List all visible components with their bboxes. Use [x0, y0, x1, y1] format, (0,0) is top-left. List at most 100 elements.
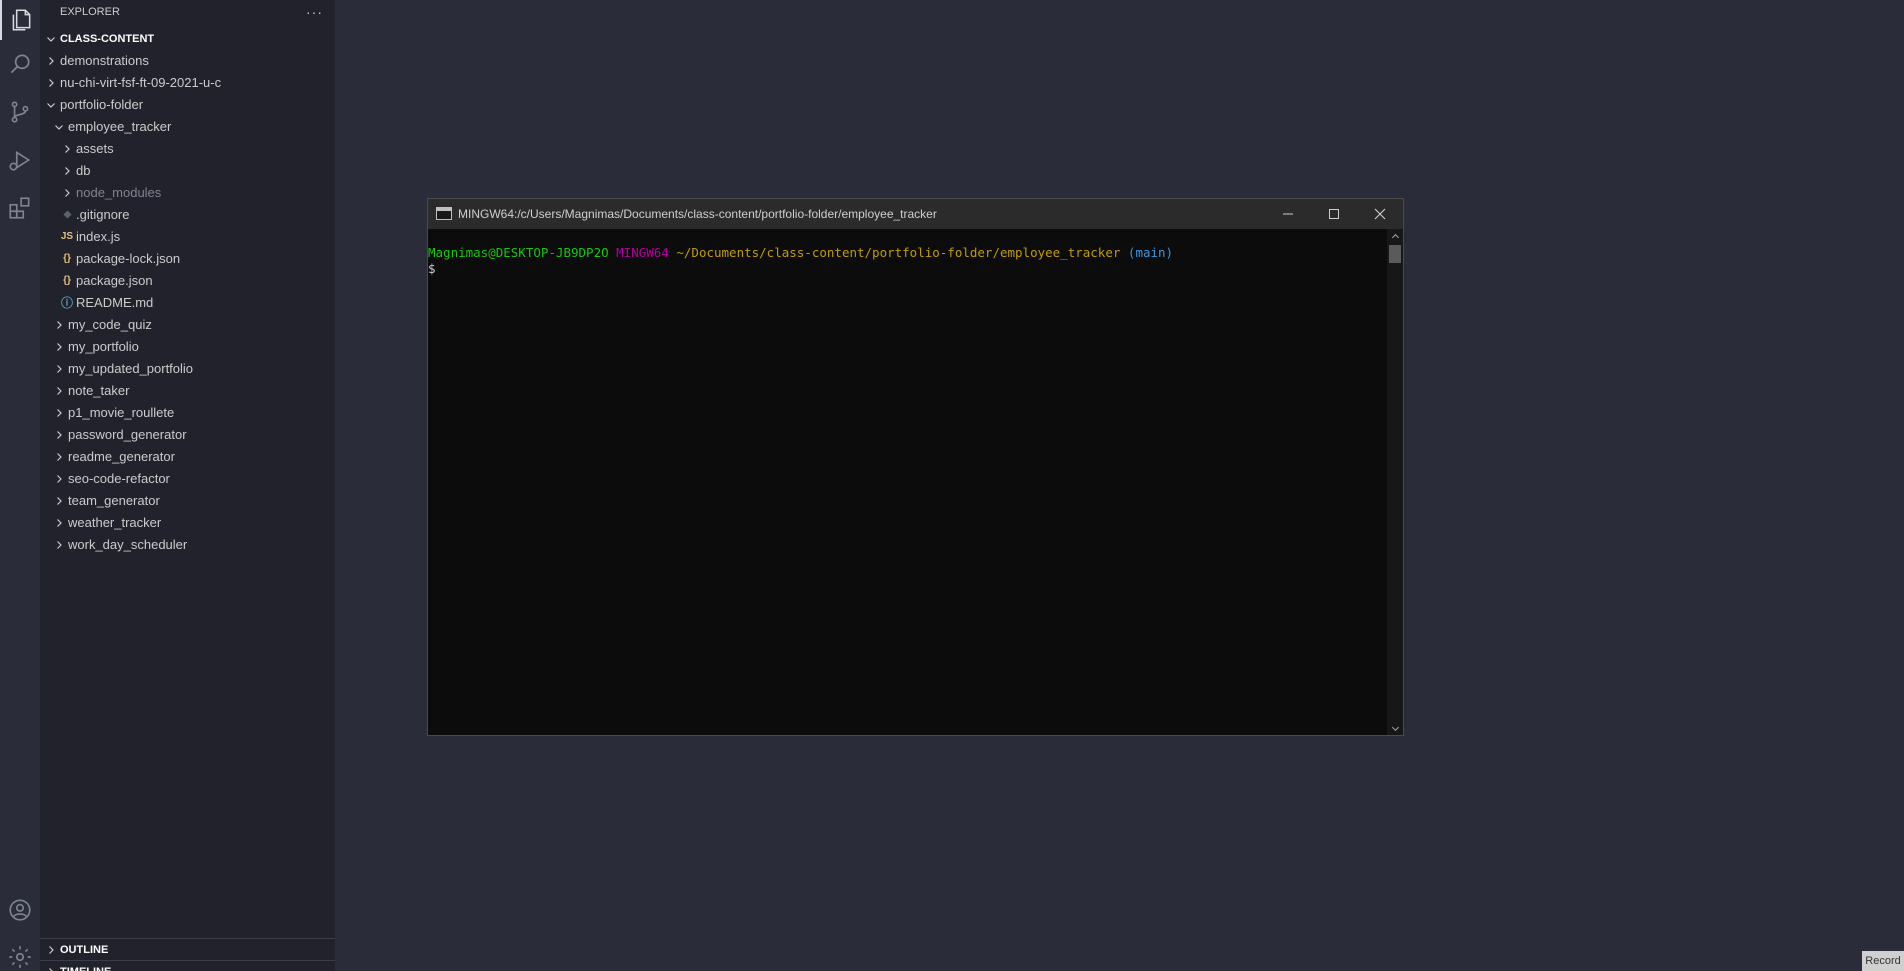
- tree-file[interactable]: JS index.js: [40, 226, 335, 248]
- workspace-name: CLASS-CONTENT: [60, 33, 155, 45]
- tree-folder[interactable]: assets: [40, 138, 335, 160]
- chevron-right-icon: [52, 534, 66, 556]
- terminal-scrollbar[interactable]: [1387, 229, 1403, 735]
- chevron-right-icon: [52, 336, 66, 358]
- chevron-right-icon: [52, 490, 66, 512]
- tree-item-label: my_updated_portfolio: [68, 361, 194, 376]
- explorer-icon[interactable]: [0, 0, 40, 40]
- chevron-right-icon: [44, 50, 58, 72]
- tree-file[interactable]: {} package-lock.json: [40, 248, 335, 270]
- terminal-output[interactable]: Magnimas@DESKTOP-JB9DP2O MINGW64 ~/Docum…: [428, 229, 1387, 735]
- tree-folder[interactable]: readme_generator: [40, 446, 335, 468]
- tree-folder[interactable]: weather_tracker: [40, 512, 335, 534]
- scroll-down-icon[interactable]: [1387, 721, 1403, 735]
- tree-file[interactable]: {} package.json: [40, 270, 335, 292]
- tree-folder[interactable]: node_modules: [40, 182, 335, 204]
- tree-folder[interactable]: portfolio-folder: [40, 94, 335, 116]
- source-control-icon[interactable]: [0, 92, 40, 132]
- close-icon[interactable]: [1357, 199, 1403, 229]
- tree-folder[interactable]: note_taker: [40, 380, 335, 402]
- maximize-icon[interactable]: [1311, 199, 1357, 229]
- prompt-path: ~/Documents/class-content/portfolio-fold…: [676, 245, 1121, 260]
- chevron-right-icon: [44, 72, 58, 94]
- json-file-icon: {}: [63, 253, 71, 264]
- tree-item-label: index.js: [76, 229, 121, 244]
- terminal-window[interactable]: MINGW64:/c/Users/Magnimas/Documents/clas…: [427, 198, 1404, 736]
- tree-item-label: password_generator: [68, 427, 187, 442]
- chevron-right-icon: [52, 468, 66, 490]
- tree-item-label: seo-code-refactor: [68, 471, 170, 486]
- scroll-up-icon[interactable]: [1387, 229, 1403, 243]
- tree-folder[interactable]: p1_movie_roullete: [40, 402, 335, 424]
- tree-item-label: demonstrations: [60, 53, 149, 68]
- tree-item-label: weather_tracker: [68, 515, 162, 530]
- tree-folder[interactable]: my_portfolio: [40, 336, 335, 358]
- tree-folder[interactable]: employee_tracker: [40, 116, 335, 138]
- tree-file[interactable]: ⓘ README.md: [40, 292, 335, 314]
- prompt-symbol: $: [428, 261, 436, 276]
- chevron-right-icon: [52, 358, 66, 380]
- tree-item-label: README.md: [76, 295, 154, 310]
- tree-item-label: .gitignore: [76, 207, 130, 222]
- explorer-header: EXPLORER ···: [40, 0, 335, 24]
- gear-icon[interactable]: [0, 937, 40, 971]
- tree-folder[interactable]: nu-chi-virt-fsf-ft-09-2021-u-c: [40, 72, 335, 94]
- tree-item-label: portfolio-folder: [60, 97, 144, 112]
- chevron-down-icon: [52, 116, 66, 138]
- activity-bar: [0, 0, 40, 971]
- tree-folder[interactable]: demonstrations: [40, 50, 335, 72]
- tree-folder[interactable]: work_day_scheduler: [40, 534, 335, 556]
- extensions-icon[interactable]: [0, 188, 40, 228]
- chevron-down-icon: [44, 28, 58, 50]
- tree-item-label: my_portfolio: [68, 339, 139, 354]
- record-badge[interactable]: Record: [1862, 951, 1904, 971]
- tree-item-label: db: [76, 163, 91, 178]
- tree-folder[interactable]: seo-code-refactor: [40, 468, 335, 490]
- file-tree: demonstrations nu-chi-virt-fsf-ft-09-2021…: [40, 50, 335, 556]
- workspace-section-header[interactable]: CLASS-CONTENT: [40, 28, 335, 50]
- chevron-right-icon: [44, 939, 58, 961]
- tree-item-label: readme_generator: [68, 449, 175, 464]
- chevron-down-icon: [44, 94, 58, 116]
- outline-section-header[interactable]: OUTLINE: [40, 938, 335, 960]
- more-actions-icon[interactable]: ···: [306, 0, 323, 24]
- tree-item-label: node_modules: [76, 185, 162, 200]
- chevron-right-icon: [60, 138, 74, 160]
- terminal-app-icon: [436, 207, 452, 220]
- tree-folder[interactable]: my_updated_portfolio: [40, 358, 335, 380]
- terminal-titlebar[interactable]: MINGW64:/c/Users/Magnimas/Documents/clas…: [428, 199, 1403, 229]
- chevron-right-icon: [52, 402, 66, 424]
- tree-folder[interactable]: team_generator: [40, 490, 335, 512]
- vscode-window: EXPLORER ··· CLASS-CONTENT demonstration…: [0, 0, 1904, 971]
- info-file-icon: ⓘ: [60, 296, 73, 310]
- terminal-title: MINGW64:/c/Users/Magnimas/Documents/clas…: [458, 207, 937, 221]
- chevron-right-icon: [44, 961, 58, 971]
- chevron-right-icon: [52, 314, 66, 336]
- tree-item-label: my_code_quiz: [68, 317, 152, 332]
- chevron-right-icon: [52, 512, 66, 534]
- search-icon[interactable]: [0, 44, 40, 84]
- tree-item-label: nu-chi-virt-fsf-ft-09-2021-u-c: [60, 75, 222, 90]
- minimize-icon[interactable]: [1265, 199, 1311, 229]
- explorer-sidebar: EXPLORER ··· CLASS-CONTENT demonstration…: [40, 0, 335, 971]
- accounts-icon[interactable]: [0, 890, 40, 930]
- tree-item-label: p1_movie_roullete: [68, 405, 175, 420]
- prompt-user-host: Magnimas@DESKTOP-JB9DP2O: [428, 245, 609, 260]
- chevron-right-icon: [52, 424, 66, 446]
- gitignore-icon: [60, 204, 74, 228]
- tree-item-label: employee_tracker: [68, 119, 172, 134]
- tree-folder[interactable]: my_code_quiz: [40, 314, 335, 336]
- timeline-label: TIMELINE: [60, 961, 111, 971]
- run-debug-icon[interactable]: [0, 140, 40, 180]
- json-file-icon: {}: [63, 275, 71, 286]
- timeline-section-header[interactable]: TIMELINE: [40, 960, 335, 971]
- tree-file[interactable]: .gitignore: [40, 204, 335, 226]
- tree-folder[interactable]: password_generator: [40, 424, 335, 446]
- chevron-right-icon: [52, 446, 66, 468]
- scroll-thumb[interactable]: [1389, 245, 1401, 263]
- tree-folder[interactable]: db: [40, 160, 335, 182]
- prompt-branch: (main): [1127, 245, 1174, 260]
- tree-item-label: note_taker: [68, 383, 130, 398]
- chevron-right-icon: [60, 160, 74, 182]
- tree-item-label: assets: [76, 141, 114, 156]
